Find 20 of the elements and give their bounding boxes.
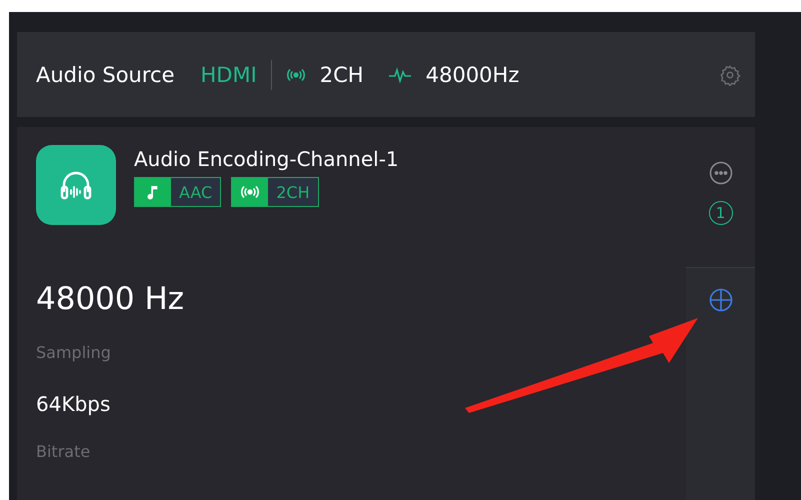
headphones-icon: [36, 145, 116, 225]
source-interface: HDMI: [200, 62, 257, 86]
add-icon[interactable]: [708, 288, 732, 312]
stat-value: 48000 Hz: [36, 281, 186, 317]
waveform-icon: [388, 66, 412, 82]
signal-icon: [286, 68, 306, 82]
more-icon[interactable]: [708, 161, 732, 185]
format-tag: 2CH: [231, 177, 319, 207]
channel-title: Audio Encoding-Channel-1: [134, 147, 399, 171]
stat-value: 64Kbps: [36, 392, 112, 416]
source-label: Audio Source: [36, 62, 174, 86]
signal-icon: [232, 178, 268, 206]
stat-label: Bitrate: [36, 442, 92, 461]
channel-count: 2CH: [320, 62, 364, 86]
channel-number: 1: [708, 201, 732, 225]
stat-label: Sampling: [36, 343, 112, 362]
settings-icon[interactable]: [719, 64, 741, 86]
format-tag: AAC: [134, 177, 222, 207]
music-note-icon: [135, 178, 171, 206]
sample-rate: 48000Hz: [426, 62, 520, 86]
